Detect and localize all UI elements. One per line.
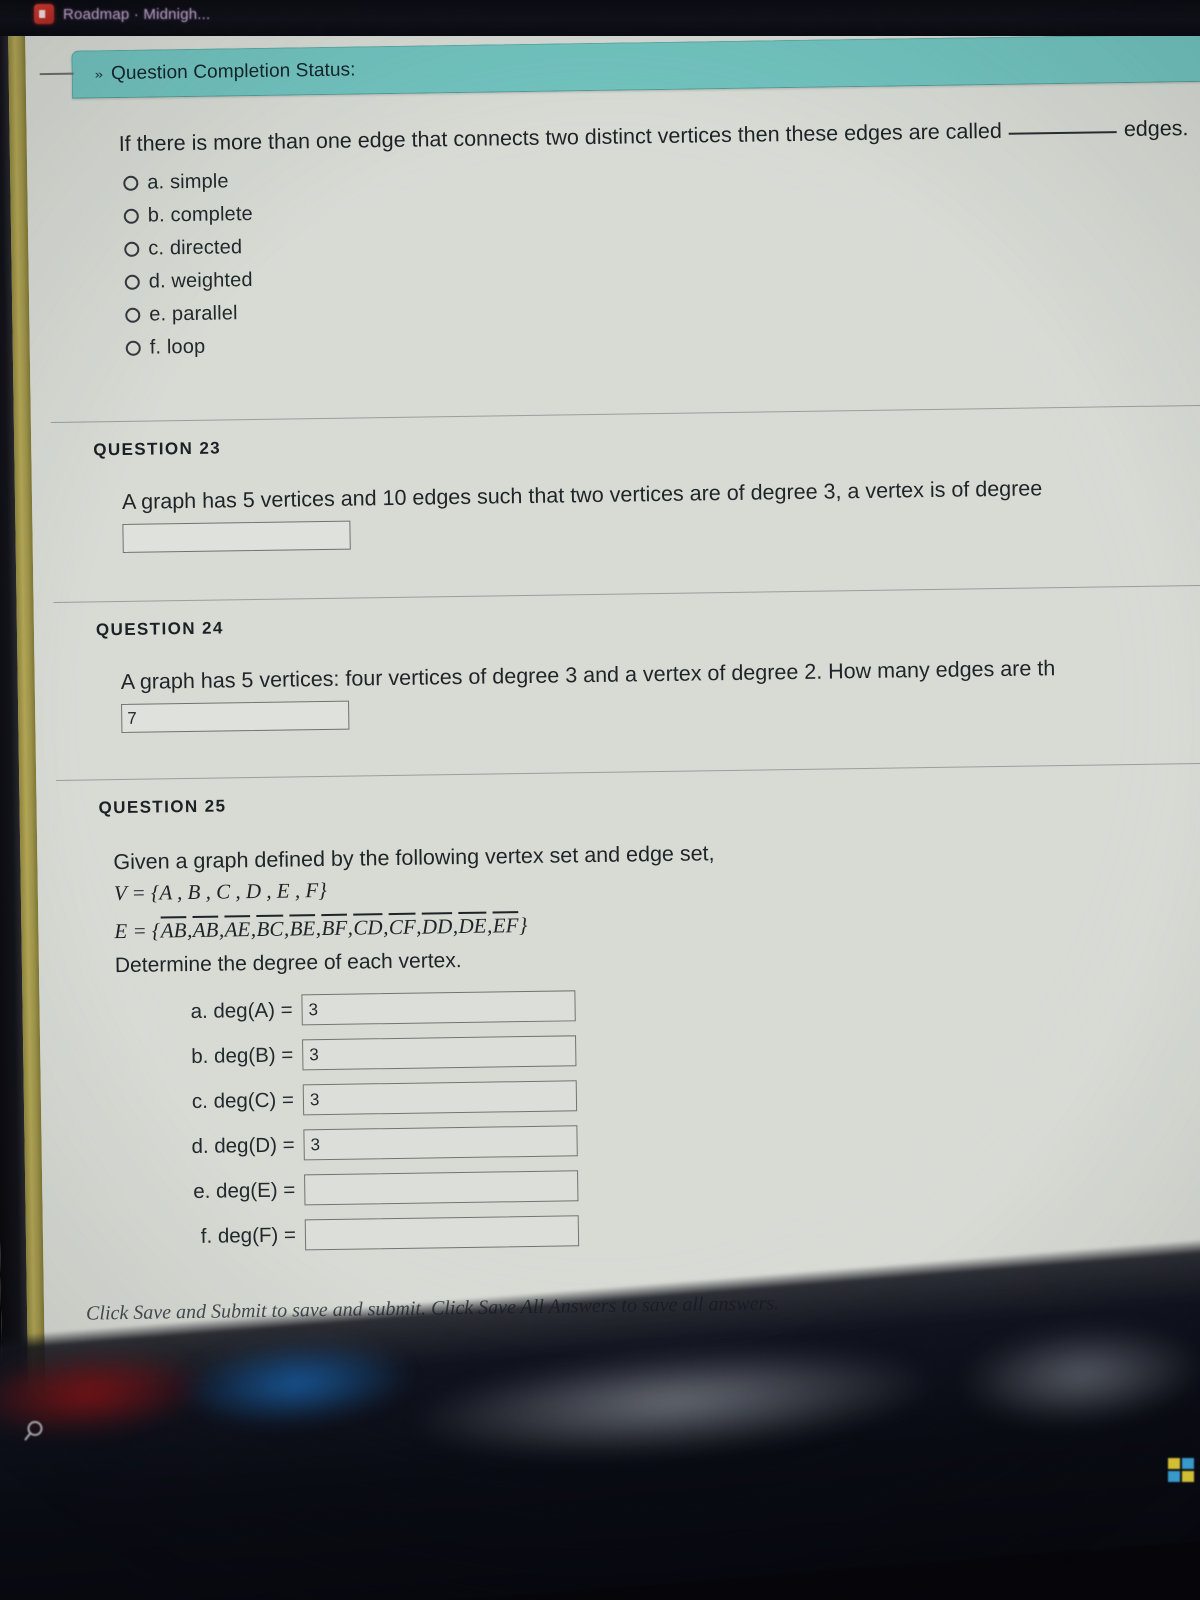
vertex-set-close: } bbox=[318, 878, 327, 903]
powerpoint-icon[interactable] bbox=[34, 4, 54, 24]
taskbar-glow-grey1 bbox=[410, 1331, 937, 1473]
edge-item: AB bbox=[192, 917, 219, 943]
radio-icon-a[interactable] bbox=[123, 175, 139, 191]
windows-flag-icon[interactable] bbox=[1168, 1458, 1194, 1482]
question-25-instruction: Determine the degree of each vertex. bbox=[114, 949, 462, 978]
mc-option-label-e: e. parallel bbox=[149, 302, 238, 326]
radio-icon-e[interactable] bbox=[125, 307, 141, 323]
question-23-answer-input[interactable] bbox=[122, 520, 351, 553]
status-bar-label: Question Completion Status: bbox=[110, 59, 356, 85]
radio-icon-d[interactable] bbox=[124, 274, 140, 290]
degree-label-a: a. deg(A) = bbox=[190, 998, 293, 1023]
degree-input-e[interactable] bbox=[304, 1170, 579, 1206]
degree-label-b: b. deg(B) = bbox=[191, 1043, 294, 1068]
taskbar-app-title[interactable]: Roadmap · Midnigh... bbox=[63, 6, 210, 23]
edge-item: BE bbox=[289, 916, 316, 941]
taskbar-glow-grey2 bbox=[958, 1317, 1200, 1433]
question-24-body: A graph has 5 vertices: four vertices of… bbox=[34, 623, 1200, 734]
edge-item: BC bbox=[256, 916, 284, 942]
mc-option-label-a: a. simple bbox=[147, 170, 229, 194]
vertex-set-items: A , B , C , D , E , F bbox=[159, 878, 319, 905]
degree-input-c[interactable] bbox=[302, 1080, 578, 1116]
edge-item: BF bbox=[321, 915, 348, 941]
mc-stem-before: If there is more than one edge that conn… bbox=[118, 118, 1003, 156]
radio-icon-f[interactable] bbox=[125, 340, 141, 356]
mc-options-list: a. simple b. complete c. directed d. wei… bbox=[27, 150, 1200, 366]
monitor-screen: » Question Completion Status: If there i… bbox=[0, 9, 1200, 1448]
degree-input-a[interactable] bbox=[301, 990, 576, 1026]
degree-input-d[interactable] bbox=[303, 1125, 578, 1161]
edge-item: CD bbox=[353, 915, 383, 940]
edge-set-close: } bbox=[518, 913, 528, 938]
edge-set-expression: E = {AB,AB,AE,BC,BE,BF,CD,CF,DD,DE,EF} bbox=[114, 902, 1200, 944]
degree-label-e: e. deg(E) = bbox=[193, 1178, 296, 1203]
quiz-content: If there is more than one edge that conn… bbox=[26, 81, 1200, 1447]
photo-of-monitor: Roadmap · Midnigh... » Question Completi… bbox=[0, 0, 1200, 1600]
radio-icon-b[interactable] bbox=[123, 208, 139, 224]
question-24-answer-input[interactable] bbox=[121, 700, 350, 734]
mc-blank bbox=[1008, 118, 1117, 135]
edge-set-items: AB,AB,AE,BC,BE,BF,CD,CF,DD,DE,EF bbox=[160, 913, 519, 943]
mc-option-label-d: d. weighted bbox=[148, 269, 253, 293]
edge-item: CF bbox=[388, 914, 416, 940]
degree-label-f: f. deg(F) = bbox=[200, 1223, 297, 1248]
mc-option-label-b: b. complete bbox=[147, 203, 253, 227]
degree-label-d: d. deg(D) = bbox=[191, 1133, 295, 1158]
edge-item: EF bbox=[492, 913, 519, 938]
question-23-body: A graph has 5 vertices and 10 edges such… bbox=[31, 443, 1200, 554]
os-taskbar-top: Roadmap · Midnigh... bbox=[0, 0, 1200, 36]
search-icon[interactable] bbox=[22, 1417, 52, 1452]
edge-item: DD bbox=[421, 914, 453, 939]
degree-label-c: c. deg(C) = bbox=[191, 1088, 295, 1113]
question-25-body: Given a graph defined by the following v… bbox=[37, 801, 1200, 1261]
mc-option-label-c: c. directed bbox=[148, 236, 243, 260]
edge-item: DE bbox=[458, 913, 487, 939]
quiz-page: » Question Completion Status: If there i… bbox=[24, 9, 1200, 1448]
edge-set-label: E = { bbox=[114, 918, 161, 944]
degree-inputs-list: a. deg(A) = b. deg(B) = c. deg(C) = bbox=[115, 973, 1200, 1260]
status-bar-dash bbox=[39, 72, 74, 76]
degree-input-b[interactable] bbox=[302, 1035, 577, 1071]
vertex-set-label: V = { bbox=[113, 880, 160, 906]
taskbar-glow-blue bbox=[177, 1333, 414, 1434]
chevron-down-icon[interactable]: » bbox=[95, 67, 104, 81]
radio-icon-c[interactable] bbox=[124, 241, 140, 257]
degree-input-f[interactable] bbox=[304, 1215, 580, 1251]
edge-item: AB bbox=[160, 918, 187, 943]
mc-stem-after: edges. bbox=[1123, 116, 1189, 142]
mc-option-label-f: f. loop bbox=[149, 335, 206, 359]
edge-item: AE bbox=[224, 917, 251, 942]
